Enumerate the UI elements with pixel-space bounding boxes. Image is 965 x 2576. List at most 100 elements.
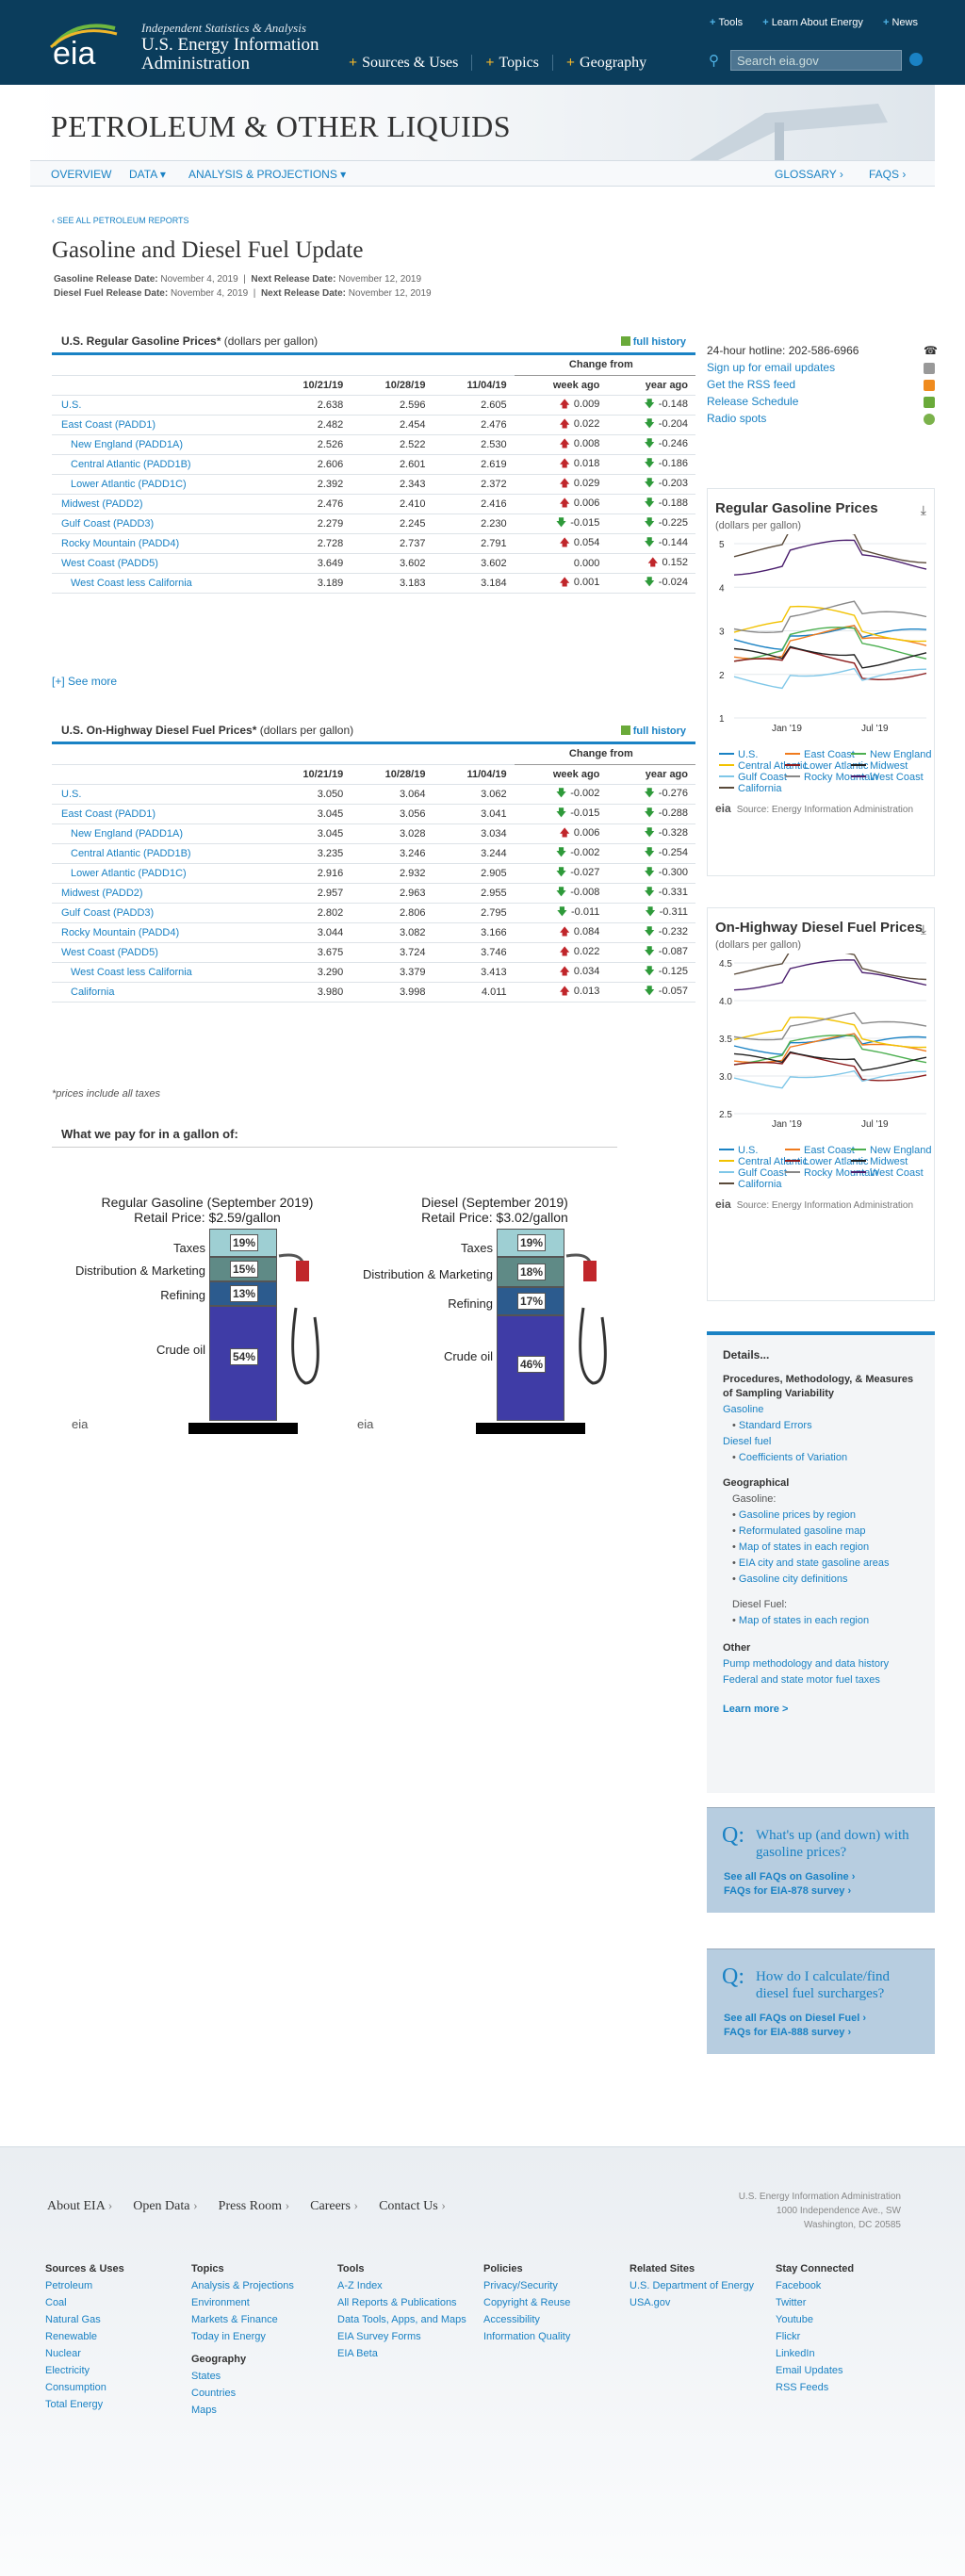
footer-link[interactable]: EIA Survey Forms: [337, 2328, 479, 2345]
legend-item[interactable]: Midwest: [851, 1156, 917, 1167]
footer-link[interactable]: Consumption: [45, 2379, 187, 2396]
faq-question[interactable]: How do I calculate/find diesel fuel surc…: [756, 1968, 925, 2002]
region-link[interactable]: Rocky Mountain (PADD4): [52, 922, 269, 943]
footer-link[interactable]: Email Updates: [776, 2362, 917, 2379]
footer-link[interactable]: Facebook: [776, 2277, 917, 2294]
geo-diesel-map-link[interactable]: Map of states in each region: [723, 1614, 919, 1628]
region-link[interactable]: West Coast less California: [52, 962, 269, 983]
legend-item[interactable]: Lower Atlantic: [785, 1156, 868, 1167]
legend-item[interactable]: New England: [851, 749, 931, 760]
legend-item[interactable]: Central Atlantic: [719, 1156, 808, 1167]
email-updates-link[interactable]: Sign up for email updates: [707, 361, 835, 374]
footer-press[interactable]: Press Room: [219, 2199, 289, 2213]
region-link[interactable]: East Coast (PADD1): [52, 415, 269, 435]
legend-item[interactable]: California: [719, 1179, 785, 1190]
legend-item[interactable]: Lower Atlantic: [785, 760, 868, 772]
toplink-tools[interactable]: + Tools: [710, 17, 743, 28]
footer-link[interactable]: Accessibility: [483, 2311, 625, 2328]
search-input[interactable]: Search eia.gov: [730, 50, 902, 71]
legend-item[interactable]: California: [719, 783, 785, 794]
legend-item[interactable]: East Coast: [785, 1145, 855, 1156]
geo-gas-link[interactable]: Gasoline city definitions: [723, 1573, 919, 1587]
legend-item[interactable]: East Coast: [785, 749, 855, 760]
footer-link[interactable]: All Reports & Publications: [337, 2294, 479, 2311]
footer-link[interactable]: Data Tools, Apps, and Maps: [337, 2311, 479, 2328]
footer-link[interactable]: Analysis & Projections: [191, 2277, 333, 2294]
footer-link[interactable]: Coal: [45, 2294, 187, 2311]
legend-item[interactable]: Midwest: [851, 760, 917, 772]
breadcrumb[interactable]: ‹ SEE ALL PETROLEUM REPORTS: [52, 216, 189, 225]
geo-gas-link[interactable]: EIA city and state gasoline areas: [723, 1557, 919, 1571]
footer-link[interactable]: Information Quality: [483, 2328, 625, 2345]
legend-item[interactable]: New England: [851, 1145, 931, 1156]
footer-link[interactable]: Maps: [191, 2402, 333, 2419]
legend-item[interactable]: Rocky Mountain: [785, 772, 878, 783]
region-link[interactable]: West Coast (PADD5): [52, 942, 269, 963]
toplink-learn[interactable]: + Learn About Energy: [762, 17, 863, 28]
nav-sources-uses[interactable]: + Sources & Uses: [349, 55, 473, 71]
faq-link[interactable]: FAQs for EIA-878 survey ›: [724, 1884, 855, 1899]
pump-methodology-link[interactable]: Pump methodology and data history: [723, 1657, 919, 1671]
footer-link[interactable]: U.S. Department of Energy: [630, 2277, 771, 2294]
footer-link[interactable]: Natural Gas: [45, 2311, 187, 2328]
region-link[interactable]: Lower Atlantic (PADD1C): [52, 863, 269, 884]
footer-link[interactable]: Electricity: [45, 2362, 187, 2379]
legend-item[interactable]: U.S.: [719, 749, 785, 760]
region-link[interactable]: Midwest (PADD2): [52, 494, 269, 514]
full-history-link[interactable]: full history: [621, 336, 686, 348]
details-diesel[interactable]: Diesel fuel: [723, 1435, 919, 1449]
footer-link[interactable]: Today in Energy: [191, 2328, 333, 2345]
footer-open-data[interactable]: Open Data: [133, 2199, 197, 2213]
legend-item[interactable]: Gulf Coast: [719, 1167, 787, 1179]
footer-link[interactable]: Copyright & Reuse: [483, 2294, 625, 2311]
footer-link[interactable]: A-Z Index: [337, 2277, 479, 2294]
faq-question[interactable]: What's up (and down) with gasoline price…: [756, 1827, 925, 1861]
footer-link[interactable]: RSS Feeds: [776, 2379, 917, 2396]
full-history-link[interactable]: full history: [621, 726, 686, 737]
footer-contact[interactable]: Contact Us: [379, 2199, 446, 2213]
nav-topics[interactable]: + Topics: [485, 55, 553, 71]
region-link[interactable]: Gulf Coast (PADD3): [52, 903, 269, 923]
region-link[interactable]: Central Atlantic (PADD1B): [52, 454, 269, 475]
region-link[interactable]: West Coast (PADD5): [52, 553, 269, 574]
footer-link[interactable]: States: [191, 2368, 333, 2385]
footer-about[interactable]: About EIA: [47, 2199, 112, 2213]
region-link[interactable]: Central Atlantic (PADD1B): [52, 843, 269, 864]
geo-gas-link[interactable]: Map of states in each region: [723, 1541, 919, 1555]
legend-item[interactable]: Central Atlantic: [719, 760, 808, 772]
region-link[interactable]: U.S.: [52, 395, 269, 416]
region-link[interactable]: West Coast less California: [52, 573, 269, 594]
faq-link[interactable]: FAQs for EIA-888 survey ›: [724, 2026, 866, 2040]
footer-link[interactable]: Petroleum: [45, 2277, 187, 2294]
subnav-data[interactable]: DATA ▾: [129, 168, 166, 181]
faq-link[interactable]: See all FAQs on Diesel Fuel ›: [724, 2012, 866, 2026]
footer-link[interactable]: Flickr: [776, 2328, 917, 2345]
nav-geography[interactable]: + Geography: [566, 55, 660, 71]
legend-item[interactable]: Gulf Coast: [719, 772, 787, 783]
footer-link[interactable]: Countries: [191, 2385, 333, 2402]
download-icon[interactable]: ⤓: [921, 921, 926, 937]
std-errors-link[interactable]: Standard Errors: [723, 1419, 919, 1433]
footer-link[interactable]: USA.gov: [630, 2294, 771, 2311]
radio-spots-link[interactable]: Radio spots: [707, 412, 766, 425]
region-link[interactable]: California: [52, 982, 269, 1003]
region-link[interactable]: New England (PADD1A): [52, 823, 269, 844]
legend-item[interactable]: Rocky Mountain: [785, 1167, 878, 1179]
footer-link[interactable]: Nuclear: [45, 2345, 187, 2362]
footer-link[interactable]: Environment: [191, 2294, 333, 2311]
download-icon[interactable]: ⤓: [921, 502, 926, 518]
footer-link[interactable]: EIA Beta: [337, 2345, 479, 2362]
footer-link[interactable]: LinkedIn: [776, 2345, 917, 2362]
faq-link[interactable]: See all FAQs on Gasoline ›: [724, 1870, 855, 1884]
region-link[interactable]: U.S.: [52, 784, 269, 805]
footer-link[interactable]: Youtube: [776, 2311, 917, 2328]
legend-item[interactable]: West Coast: [851, 772, 924, 783]
region-link[interactable]: Gulf Coast (PADD3): [52, 514, 269, 534]
subnav-analysis[interactable]: ANALYSIS & PROJECTIONS ▾: [188, 168, 346, 181]
geo-gas-link[interactable]: Reformulated gasoline map: [723, 1524, 919, 1539]
motor-fuel-taxes-link[interactable]: Federal and state motor fuel taxes: [723, 1673, 919, 1687]
footer-link[interactable]: Twitter: [776, 2294, 917, 2311]
rss-link[interactable]: Get the RSS feed: [707, 378, 795, 391]
learn-more-link[interactable]: Learn more >: [723, 1703, 919, 1717]
footer-link[interactable]: Renewable: [45, 2328, 187, 2345]
